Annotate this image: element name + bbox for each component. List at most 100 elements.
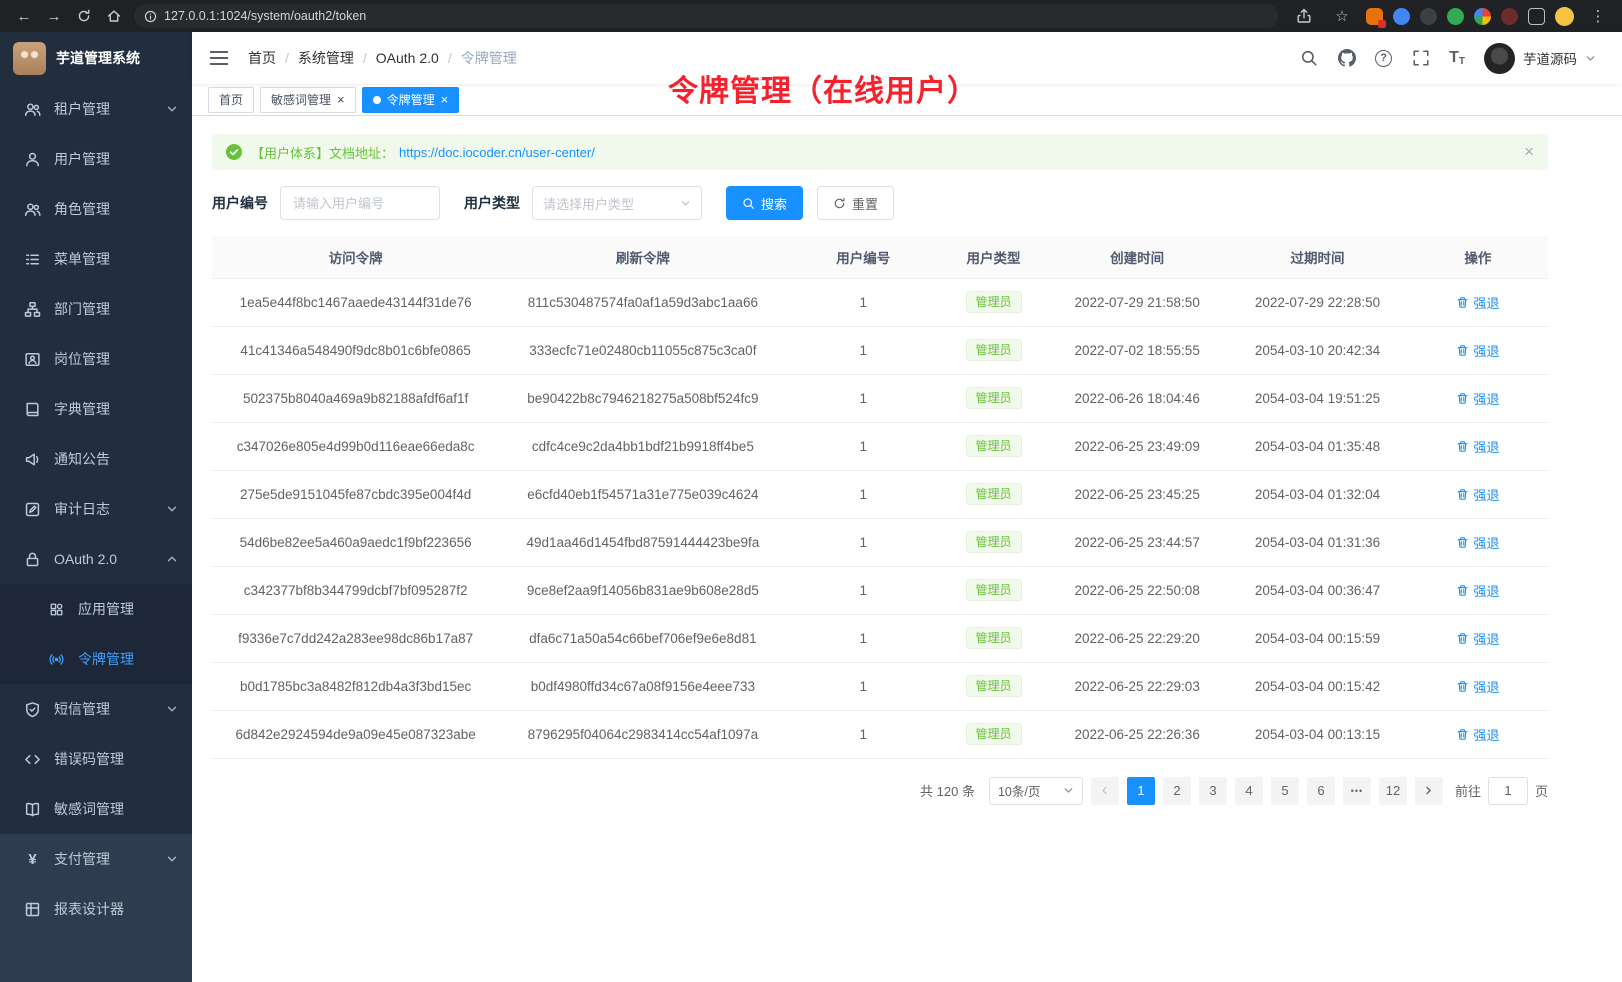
sidebar-item-notice[interactable]: 通知公告 bbox=[0, 434, 192, 484]
page-button-6[interactable]: 6 bbox=[1307, 777, 1335, 805]
force-logout-label: 强退 bbox=[1473, 677, 1499, 696]
close-icon[interactable]: × bbox=[1524, 142, 1534, 162]
app-logo[interactable]: 芋道管理系统 bbox=[0, 32, 192, 84]
more-pages-button[interactable]: ••• bbox=[1343, 777, 1371, 805]
next-page-button[interactable] bbox=[1415, 777, 1443, 805]
breadcrumb-item-system[interactable]: 系统管理 bbox=[298, 48, 354, 68]
sidebar-item-oauth2-app[interactable]: 应用管理 bbox=[0, 584, 192, 634]
user-id-label: 用户编号 bbox=[212, 193, 268, 213]
sidebar-item-label: 角色管理 bbox=[54, 199, 110, 219]
page-button-2[interactable]: 2 bbox=[1163, 777, 1191, 805]
extension-icon-dark[interactable] bbox=[1420, 8, 1437, 25]
page-button-4[interactable]: 4 bbox=[1235, 777, 1263, 805]
share-button[interactable] bbox=[1290, 3, 1318, 29]
breadcrumb-item-oauth2[interactable]: OAuth 2.0 bbox=[376, 50, 439, 66]
extension-icon-green[interactable] bbox=[1447, 8, 1464, 25]
user-type-badge: 管理员 bbox=[966, 387, 1022, 409]
avatar bbox=[1484, 43, 1515, 74]
force-logout-button[interactable]: 强退 bbox=[1456, 293, 1499, 312]
close-icon[interactable]: × bbox=[441, 93, 449, 106]
cell-user-type: 管理员 bbox=[940, 566, 1047, 614]
cell-refresh-token: 49d1aa46d1454fbd87591444423be9fa bbox=[499, 518, 786, 566]
search-button[interactable]: 搜索 bbox=[726, 186, 803, 220]
chevron-down-icon bbox=[1063, 785, 1074, 796]
sidebar-toggle-icon[interactable] bbox=[1528, 8, 1545, 25]
sidebar-item-dept[interactable]: 部门管理 bbox=[0, 284, 192, 334]
sidebar-item-dict[interactable]: 字典管理 bbox=[0, 384, 192, 434]
sidebar-item-sensitive-word[interactable]: 敏感词管理 bbox=[0, 784, 192, 834]
extension-icon-paw[interactable] bbox=[1501, 8, 1518, 25]
browser-profile-avatar[interactable] bbox=[1555, 7, 1574, 26]
sidebar-item-menu[interactable]: 菜单管理 bbox=[0, 234, 192, 284]
font-size-button[interactable]: TT bbox=[1449, 49, 1465, 67]
hamburger-icon[interactable] bbox=[208, 47, 230, 69]
back-button[interactable]: ← bbox=[10, 3, 38, 29]
force-logout-button[interactable]: 强退 bbox=[1456, 677, 1499, 696]
url-text: 127.0.0.1:1024/system/oauth2/token bbox=[164, 9, 366, 23]
force-logout-button[interactable]: 强退 bbox=[1456, 389, 1499, 408]
col-actions: 操作 bbox=[1408, 236, 1548, 278]
search-button[interactable] bbox=[1299, 49, 1318, 68]
force-logout-button[interactable]: 强退 bbox=[1456, 341, 1499, 360]
browser-menu-button[interactable]: ⋮ bbox=[1584, 3, 1612, 29]
force-logout-button[interactable]: 强退 bbox=[1456, 533, 1499, 552]
sidebar-item-tenant[interactable]: 租户管理 bbox=[0, 84, 192, 134]
tab-home[interactable]: 首页 bbox=[208, 87, 254, 113]
page-button-12[interactable]: 12 bbox=[1379, 777, 1407, 805]
chevron-down-icon bbox=[166, 503, 178, 515]
sidebar-item-report-designer[interactable]: 报表设计器 bbox=[0, 884, 192, 934]
user-type-badge: 管理员 bbox=[966, 339, 1022, 361]
url-bar[interactable]: 127.0.0.1:1024/system/oauth2/token bbox=[134, 4, 1278, 28]
fullscreen-button[interactable] bbox=[1411, 49, 1430, 68]
cell-user-id: 1 bbox=[786, 374, 940, 422]
trash-icon bbox=[1456, 440, 1469, 453]
force-logout-button[interactable]: 强退 bbox=[1456, 437, 1499, 456]
filter-bar: 用户编号 用户类型 请选择用户类型 搜索 重置 bbox=[212, 186, 1548, 220]
user-icon bbox=[24, 151, 41, 168]
sidebar-item-oauth2-token[interactable]: 令牌管理 bbox=[0, 634, 192, 684]
user-id-input[interactable] bbox=[280, 186, 440, 220]
sidebar-item-role[interactable]: 角色管理 bbox=[0, 184, 192, 234]
page-button-5[interactable]: 5 bbox=[1271, 777, 1299, 805]
breadcrumb-item-home[interactable]: 首页 bbox=[248, 48, 276, 68]
force-logout-button[interactable]: 强退 bbox=[1456, 485, 1499, 504]
forward-button[interactable]: → bbox=[40, 3, 68, 29]
force-logout-button[interactable]: 强退 bbox=[1456, 629, 1499, 648]
tab-sensitive-word[interactable]: 敏感词管理 × bbox=[260, 87, 356, 113]
sidebar-item-label: 支付管理 bbox=[54, 849, 110, 869]
page-button-3[interactable]: 3 bbox=[1199, 777, 1227, 805]
force-logout-button[interactable]: 强退 bbox=[1456, 725, 1499, 744]
tab-token[interactable]: 令牌管理 × bbox=[362, 87, 460, 113]
help-button[interactable]: ? bbox=[1375, 50, 1392, 67]
sidebar-item-sms[interactable]: 短信管理 bbox=[0, 684, 192, 734]
chevron-down-icon bbox=[166, 703, 178, 715]
prev-page-button[interactable] bbox=[1091, 777, 1119, 805]
reset-button[interactable]: 重置 bbox=[817, 186, 894, 220]
sidebar-item-pay[interactable]: ¥ 支付管理 bbox=[0, 834, 192, 884]
user-type-placeholder: 请选择用户类型 bbox=[543, 194, 634, 213]
doc-link[interactable]: https://doc.iocoder.cn/user-center/ bbox=[399, 145, 595, 160]
sidebar-item-label: 用户管理 bbox=[54, 149, 110, 169]
cell-access-token: b0d1785bc3a8482f812db4a3f3bd15ec bbox=[212, 662, 499, 710]
page-button-1[interactable]: 1 bbox=[1127, 777, 1155, 805]
home-button[interactable] bbox=[100, 3, 128, 29]
github-button[interactable] bbox=[1337, 49, 1356, 68]
force-logout-button[interactable]: 强退 bbox=[1456, 581, 1499, 600]
goto-page-input[interactable] bbox=[1488, 777, 1528, 805]
user-type-select[interactable]: 请选择用户类型 bbox=[532, 186, 702, 220]
sidebar-item-post[interactable]: 岗位管理 bbox=[0, 334, 192, 384]
bookmark-star-button[interactable]: ☆ bbox=[1328, 3, 1356, 29]
sidebar-item-error-code[interactable]: 错误码管理 bbox=[0, 734, 192, 784]
close-icon[interactable]: × bbox=[337, 93, 345, 106]
cell-create-time: 2022-07-29 21:58:50 bbox=[1047, 278, 1227, 326]
page-size-select[interactable]: 10条/页 bbox=[989, 777, 1083, 805]
extension-icon-multicolor[interactable] bbox=[1474, 8, 1491, 25]
extension-icon-blue[interactable] bbox=[1393, 8, 1410, 25]
sidebar-item-audit-log[interactable]: 审计日志 bbox=[0, 484, 192, 534]
cell-create-time: 2022-06-25 23:49:09 bbox=[1047, 422, 1227, 470]
reload-button[interactable] bbox=[70, 3, 98, 29]
sidebar-item-oauth2[interactable]: OAuth 2.0 bbox=[0, 534, 192, 584]
sidebar-item-user[interactable]: 用户管理 bbox=[0, 134, 192, 184]
extension-icon-orange[interactable] bbox=[1366, 8, 1383, 25]
user-menu[interactable]: 芋道源码 bbox=[1484, 43, 1596, 74]
